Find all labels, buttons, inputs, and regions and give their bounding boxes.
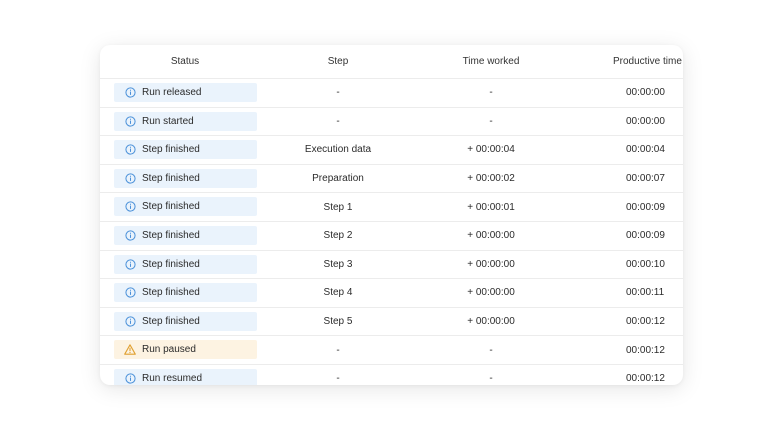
productive-time-cell: 00:00:00 [626, 87, 665, 99]
status-cell: Run started [100, 108, 270, 136]
status-badge: Step finished [114, 168, 257, 188]
header-productive-time: Productive time [613, 56, 682, 67]
productive-time-cell: 00:00:12 [626, 344, 665, 356]
productive-time-cell: 00:00:07 [626, 173, 665, 185]
status-cell: Step finished [100, 251, 270, 279]
header-time-worked: Time worked [462, 56, 520, 67]
status-badge: Step finished [114, 254, 257, 274]
status-badge: Run released [114, 83, 257, 102]
status-label: Run released [142, 87, 202, 98]
status-label: Step finished [142, 144, 200, 156]
productive-time-cell: 00:00:04 [626, 144, 665, 156]
step-cell: Execution data [304, 144, 372, 156]
time-worked-cell: - [489, 115, 493, 127]
status-badge: Step finished [114, 197, 257, 217]
status-badge: Step finished [114, 140, 257, 160]
table-header: Status Step Time worked Productive time [100, 45, 683, 79]
status-cell: Step finished [100, 222, 270, 250]
status-cell: Step finished [100, 165, 270, 193]
productive-time-cell: 00:00:09 [626, 201, 665, 213]
status-label: Run started [142, 115, 194, 127]
status-label: Step finished [142, 229, 200, 241]
info-icon [124, 229, 136, 241]
status-cell: Step finished [100, 308, 270, 336]
step-cell: Step 2 [323, 230, 353, 242]
info-icon [124, 115, 136, 127]
status-badge: Run resumed [114, 368, 257, 385]
table-row: Run released - - 00:00:00 [100, 79, 683, 108]
step-cell: Step 1 [323, 201, 353, 213]
table-row: Step finished Step 4 + 00:00:00 00:00:11 [100, 279, 683, 308]
header-step: Step [327, 56, 349, 67]
info-icon [124, 372, 136, 384]
status-label: Run paused [142, 344, 196, 356]
status-cell: Step finished [100, 136, 270, 164]
time-worked-cell: - [489, 87, 493, 99]
productive-time-cell: 00:00:12 [626, 316, 665, 328]
table-row: Step finished Preparation + 00:00:02 00:… [100, 165, 683, 194]
status-label: Step finished [142, 172, 200, 184]
step-cell: Step 3 [323, 258, 353, 270]
step-cell: - [336, 344, 340, 356]
info-icon [124, 144, 136, 156]
table-body: Run released - - 00:00:00 Run started - … [100, 79, 683, 385]
status-label: Run resumed [142, 372, 203, 384]
status-cell: Run released [100, 79, 270, 107]
table-row: Step finished Step 3 + 00:00:00 00:00:10 [100, 251, 683, 280]
time-worked-cell: + 00:00:01 [467, 201, 515, 213]
time-worked-cell: - [489, 373, 493, 385]
status-badge: Run paused [114, 340, 257, 360]
time-worked-cell: + 00:00:00 [467, 258, 515, 270]
time-worked-cell: + 00:00:00 [467, 316, 515, 328]
status-badge: Step finished [114, 283, 257, 303]
info-icon [124, 201, 136, 213]
status-cell: Run resumed [100, 365, 270, 385]
table-row: Run paused - - 00:00:12 [100, 336, 683, 365]
table-row: Step finished Step 2 + 00:00:00 00:00:09 [100, 222, 683, 251]
info-icon [124, 172, 136, 184]
header-status: Status [170, 56, 200, 67]
step-cell: Step 4 [323, 287, 353, 299]
table-row: Step finished Execution data + 00:00:04 … [100, 136, 683, 165]
time-worked-cell: + 00:00:02 [467, 173, 515, 185]
run-history-table: Status Step Time worked Productive time … [100, 45, 683, 385]
status-label: Step finished [142, 258, 200, 270]
info-icon [124, 87, 136, 99]
status-cell: Run paused [100, 336, 270, 364]
status-label: Step finished [142, 315, 200, 327]
productive-time-cell: 00:00:12 [626, 373, 665, 385]
table-row: Run resumed - - 00:00:12 [100, 365, 683, 385]
info-icon [124, 258, 136, 270]
time-worked-cell: - [489, 344, 493, 356]
step-cell: Preparation [312, 173, 364, 185]
status-badge: Step finished [114, 225, 257, 245]
time-worked-cell: + 00:00:00 [467, 230, 515, 242]
status-label: Step finished [142, 287, 200, 299]
status-badge: Step finished [114, 311, 257, 331]
table-row: Run started - - 00:00:00 [100, 108, 683, 137]
table-row: Step finished Step 1 + 00:00:01 00:00:09 [100, 193, 683, 222]
status-badge: Run started [114, 111, 257, 131]
productive-time-cell: 00:00:09 [626, 230, 665, 242]
step-cell: - [336, 373, 340, 385]
step-cell: Step 5 [323, 316, 353, 328]
table-row: Step finished Step 5 + 00:00:00 00:00:12 [100, 308, 683, 337]
step-cell: - [336, 87, 340, 99]
productive-time-cell: 00:00:00 [626, 115, 665, 127]
status-cell: Step finished [100, 193, 270, 221]
status-label: Step finished [142, 201, 200, 213]
info-icon [124, 287, 136, 299]
step-cell: - [336, 115, 340, 127]
time-worked-cell: + 00:00:00 [467, 287, 515, 299]
time-worked-cell: + 00:00:04 [467, 144, 515, 156]
productive-time-cell: 00:00:11 [626, 287, 665, 299]
info-icon [124, 315, 136, 327]
productive-time-cell: 00:00:10 [626, 258, 665, 270]
warning-icon [124, 344, 136, 356]
status-cell: Step finished [100, 279, 270, 307]
